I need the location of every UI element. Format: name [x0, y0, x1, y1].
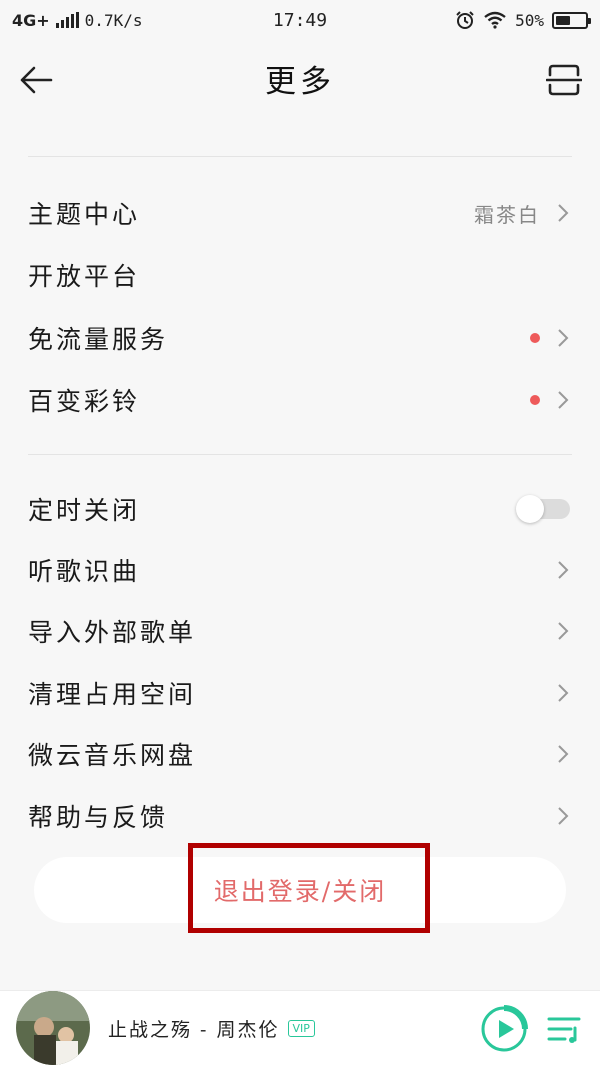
playlist-icon — [547, 1017, 581, 1043]
arrow-left-icon — [20, 66, 53, 94]
item-label: 清理占用空间 — [28, 680, 197, 709]
item-label: 开放平台 — [28, 262, 141, 291]
item-label: 微云音乐网盘 — [28, 741, 197, 770]
item-label: 听歌识曲 — [28, 557, 141, 586]
chevron-right-icon — [556, 559, 570, 581]
item-label: 免流量服务 — [28, 325, 169, 354]
chevron-right-icon — [556, 743, 570, 765]
alarm-icon — [456, 11, 474, 29]
status-bar: 4G+ 0.7K/s 17:49 50% — [0, 0, 600, 40]
sleep-timer-toggle[interactable] — [516, 495, 570, 523]
logout-button[interactable]: 退出登录/关闭 — [34, 857, 566, 923]
network-speed: 0.7K/s — [84, 10, 143, 30]
scan-icon — [546, 64, 582, 96]
divider — [28, 454, 572, 455]
album-art[interactable] — [16, 990, 90, 1065]
settings-item-help-feedback[interactable]: 帮助与反馈 — [0, 787, 600, 845]
settings-item-import-playlist[interactable]: 导入外部歌单 — [0, 602, 600, 660]
vip-badge: VIP — [287, 1020, 315, 1037]
scan-button[interactable] — [542, 58, 586, 102]
settings-item-ringtone[interactable]: 百变彩铃 — [0, 371, 600, 429]
play-circle-icon — [481, 1004, 528, 1051]
battery-fill — [556, 15, 570, 25]
chevron-right-icon — [556, 202, 570, 224]
notification-dot — [530, 395, 540, 405]
item-label: 百变彩铃 — [28, 387, 141, 416]
page-title: 更多 — [265, 63, 335, 100]
playlist-button[interactable] — [544, 1009, 584, 1049]
battery-percent: 50% — [515, 10, 544, 30]
settings-item-cloud-drive[interactable]: 微云音乐网盘 — [0, 725, 600, 783]
notification-dot — [530, 333, 540, 343]
network-type: 4G+ — [12, 10, 50, 30]
player-controls — [480, 1004, 584, 1053]
chevron-right-icon — [556, 327, 570, 349]
item-label: 导入外部歌单 — [28, 618, 197, 647]
chevron-right-icon — [556, 805, 570, 827]
settings-item-song-recognition[interactable]: 听歌识曲 — [0, 541, 600, 599]
item-label: 定时关闭 — [28, 496, 141, 525]
theme-value: 霜茶白 — [474, 202, 540, 227]
divider — [28, 156, 572, 157]
mini-player[interactable]: 止战之殇 - 周杰伦 VIP — [0, 990, 600, 1066]
wifi-icon — [484, 11, 506, 29]
logout-label: 退出登录/关闭 — [213, 877, 387, 906]
status-left: 4G+ 0.7K/s — [12, 11, 142, 30]
status-right: 50% — [455, 10, 591, 30]
song-info[interactable]: 止战之殇 - 周杰伦 VIP — [108, 1015, 315, 1042]
settings-item-free-data-service[interactable]: 免流量服务 — [0, 309, 600, 367]
toggle-knob — [516, 495, 544, 523]
chevron-right-icon — [556, 620, 570, 642]
battery-icon — [552, 11, 591, 29]
settings-item-sleep-timer: 定时关闭 — [0, 480, 600, 538]
signal-icon — [55, 12, 79, 28]
item-label: 主题中心 — [28, 200, 141, 229]
play-button[interactable] — [480, 1004, 528, 1053]
song-title: 止战之殇 - 周杰伦 — [108, 1019, 280, 1041]
chevron-right-icon — [556, 682, 570, 704]
settings-item-open-platform[interactable]: 开放平台 — [0, 246, 600, 304]
header: 更多 — [0, 40, 600, 116]
settings-item-clear-storage[interactable]: 清理占用空间 — [0, 664, 600, 722]
settings-item-theme-center[interactable]: 主题中心 霜茶白 — [0, 184, 600, 242]
item-label: 帮助与反馈 — [28, 803, 169, 832]
chevron-right-icon — [556, 389, 570, 411]
back-button[interactable] — [14, 58, 58, 102]
